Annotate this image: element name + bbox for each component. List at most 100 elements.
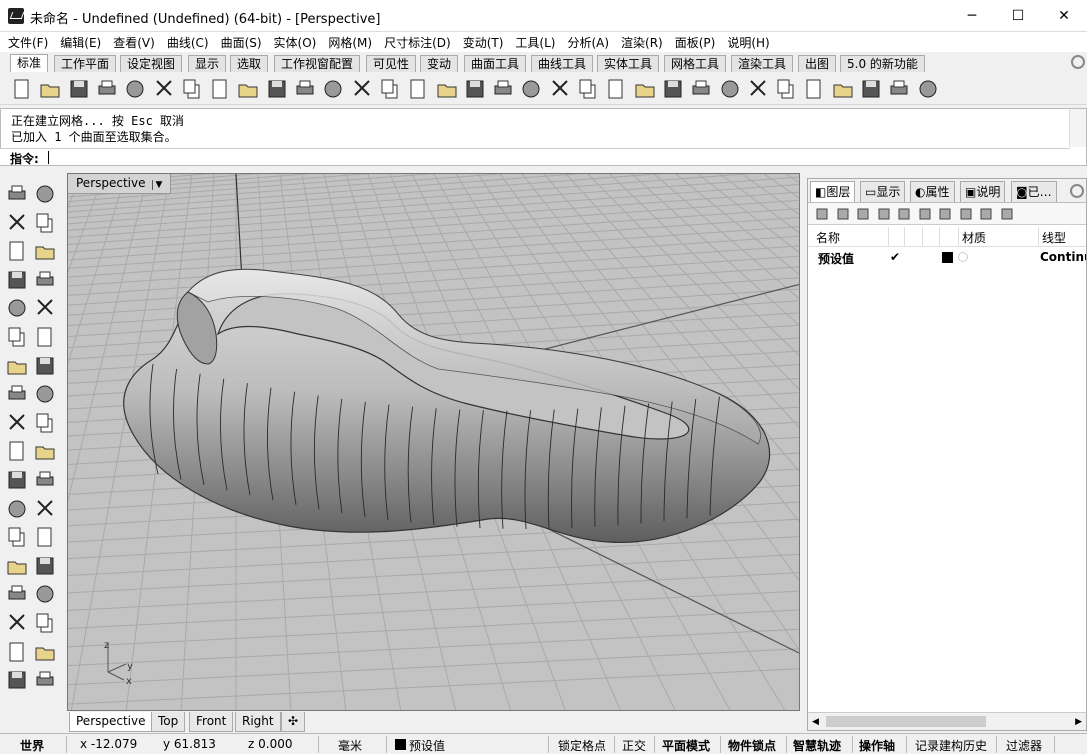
menu-mesh[interactable]: 网格(M) — [320, 32, 376, 51]
layer-linetype[interactable]: Continu — [1040, 250, 1086, 264]
rotate-camera-icon[interactable] — [435, 77, 459, 101]
mesh-icon[interactable] — [33, 382, 57, 406]
polyline-icon[interactable] — [5, 211, 29, 235]
block-icon[interactable] — [33, 554, 57, 578]
viewport-canvas[interactable]: z y x — [68, 174, 800, 711]
split-icon[interactable] — [33, 439, 57, 463]
rendered-sphere-icon[interactable] — [774, 77, 798, 101]
cut-icon[interactable] — [152, 77, 176, 101]
snap-point-icon[interactable] — [548, 77, 572, 101]
menu-transform[interactable]: 变动(T) — [455, 32, 508, 51]
car-icon[interactable] — [491, 77, 515, 101]
zoom-extents-icon[interactable] — [378, 77, 402, 101]
explode-icon[interactable] — [5, 411, 29, 435]
polygon-icon[interactable] — [5, 296, 29, 320]
layer-name[interactable]: 预设值 — [818, 250, 854, 267]
menu-solid[interactable]: 实体(O) — [266, 32, 321, 51]
lock-icon[interactable] — [633, 77, 657, 101]
viewport-tab-perspective[interactable]: Perspective — [69, 712, 153, 732]
flag-icon[interactable] — [831, 77, 855, 101]
viewport-tab-top[interactable]: Top — [151, 712, 186, 732]
tab-set-view[interactable]: 设定视图 — [120, 55, 183, 72]
pan-hand-icon[interactable] — [265, 77, 289, 101]
status-planar[interactable]: 平面模式 — [662, 737, 710, 754]
select-arrow-icon[interactable] — [5, 182, 29, 206]
shaded-sphere-icon[interactable] — [746, 77, 770, 101]
cylinder-icon[interactable] — [5, 382, 29, 406]
box-icon[interactable] — [5, 354, 29, 378]
scale-icon[interactable] — [33, 525, 57, 549]
new-layer-icon[interactable] — [814, 206, 830, 222]
move-down-icon[interactable] — [896, 206, 912, 222]
dark-sphere-icon[interactable] — [802, 77, 826, 101]
point-icon[interactable] — [33, 182, 57, 206]
tab-display[interactable]: 显示 — [188, 55, 227, 72]
edit-icon[interactable] — [33, 668, 57, 692]
zoom-window-icon[interactable] — [350, 77, 374, 101]
sphere-icon[interactable] — [33, 354, 57, 378]
tab-mesh-tools[interactable]: 网格工具 — [664, 55, 727, 72]
circle-icon[interactable] — [5, 239, 29, 263]
zoom-icon[interactable] — [321, 77, 345, 101]
panel-tab-layers[interactable]: ◧图层 — [810, 181, 856, 202]
paste-icon[interactable] — [208, 77, 232, 101]
filter-icon[interactable] — [937, 206, 953, 222]
check-icon[interactable] — [33, 640, 57, 664]
tab-new-in-v5[interactable]: 5.0 的新功能 — [840, 55, 925, 72]
print-icon[interactable] — [95, 77, 119, 101]
trim-icon[interactable] — [5, 439, 29, 463]
menu-render[interactable]: 渲染(R) — [613, 32, 667, 51]
menu-help[interactable]: 说明(H) — [719, 32, 773, 51]
help-icon[interactable] — [916, 77, 940, 101]
panel-horizontal-scrollbar[interactable]: ◀ ▶ — [808, 712, 1086, 730]
rotate-view-icon[interactable] — [293, 77, 317, 101]
panel-settings-gear-icon[interactable] — [1070, 184, 1084, 198]
menu-panels[interactable]: 面板(P) — [667, 32, 720, 51]
command-input-caret[interactable] — [48, 151, 49, 164]
curve-icon[interactable] — [33, 296, 57, 320]
add-viewport-tab-icon[interactable]: ✣ — [281, 712, 306, 732]
status-cplane[interactable]: 世界 — [20, 737, 44, 754]
help-icon[interactable] — [999, 206, 1015, 222]
copy-icon[interactable] — [180, 77, 204, 101]
layout-icon[interactable] — [5, 668, 29, 692]
light-bulb-icon[interactable] — [604, 77, 628, 101]
column-material[interactable]: 材质 — [962, 229, 986, 246]
rectangle-icon[interactable] — [33, 268, 57, 292]
close-button[interactable]: ✕ — [1041, 0, 1087, 32]
menu-curve[interactable]: 曲线(C) — [159, 32, 213, 51]
new-sublayer-icon[interactable] — [835, 206, 851, 222]
layer-row[interactable]: 预设值 ✔ Continu — [808, 249, 1086, 267]
command-history-scrollbar[interactable] — [1069, 109, 1086, 147]
scroll-right-icon[interactable]: ▶ — [1075, 717, 1082, 727]
layer-color-swatch[interactable] — [942, 252, 953, 263]
tab-layout[interactable]: 出图 — [798, 55, 837, 72]
column-name[interactable]: 名称 — [816, 229, 840, 246]
viewport-menu-dropdown-icon[interactable]: ▼ — [151, 180, 162, 190]
minimize-button[interactable]: ─ — [949, 0, 995, 32]
status-grid-snap[interactable]: 锁定格点 — [558, 737, 606, 754]
tab-cplanes[interactable]: 工作平面 — [54, 55, 117, 72]
status-smart-track[interactable]: 智慧轨迹 — [793, 737, 841, 754]
tab-viewport-layout[interactable]: 工作视窗配置 — [274, 55, 361, 72]
properties-icon[interactable] — [519, 77, 543, 101]
status-units[interactable]: 毫米 — [338, 737, 362, 754]
tab-select[interactable]: 选取 — [230, 55, 269, 72]
surface-patch-icon[interactable] — [5, 325, 29, 349]
panel-tab-named-views[interactable]: ◙已… — [1011, 181, 1057, 202]
arc-icon[interactable] — [5, 268, 29, 292]
tab-visibility[interactable]: 可见性 — [366, 55, 417, 72]
move-left-icon[interactable] — [917, 206, 933, 222]
zoom-selected-icon[interactable] — [406, 77, 430, 101]
viewport-tab-front[interactable]: Front — [189, 712, 234, 732]
menu-view[interactable]: 查看(V) — [105, 32, 159, 51]
open-folder-icon[interactable] — [38, 77, 62, 101]
status-record-history[interactable]: 记录建构历史 — [915, 737, 987, 754]
tab-settings-gear-icon[interactable] — [1071, 55, 1085, 69]
tab-transform[interactable]: 变动 — [420, 55, 459, 72]
undo-icon[interactable] — [236, 77, 260, 101]
status-gumball[interactable]: 操作轴 — [859, 737, 895, 754]
current-layer-check-icon[interactable]: ✔ — [890, 250, 900, 264]
command-prompt[interactable]: 指令: — [0, 148, 1070, 166]
import-icon[interactable] — [123, 77, 147, 101]
